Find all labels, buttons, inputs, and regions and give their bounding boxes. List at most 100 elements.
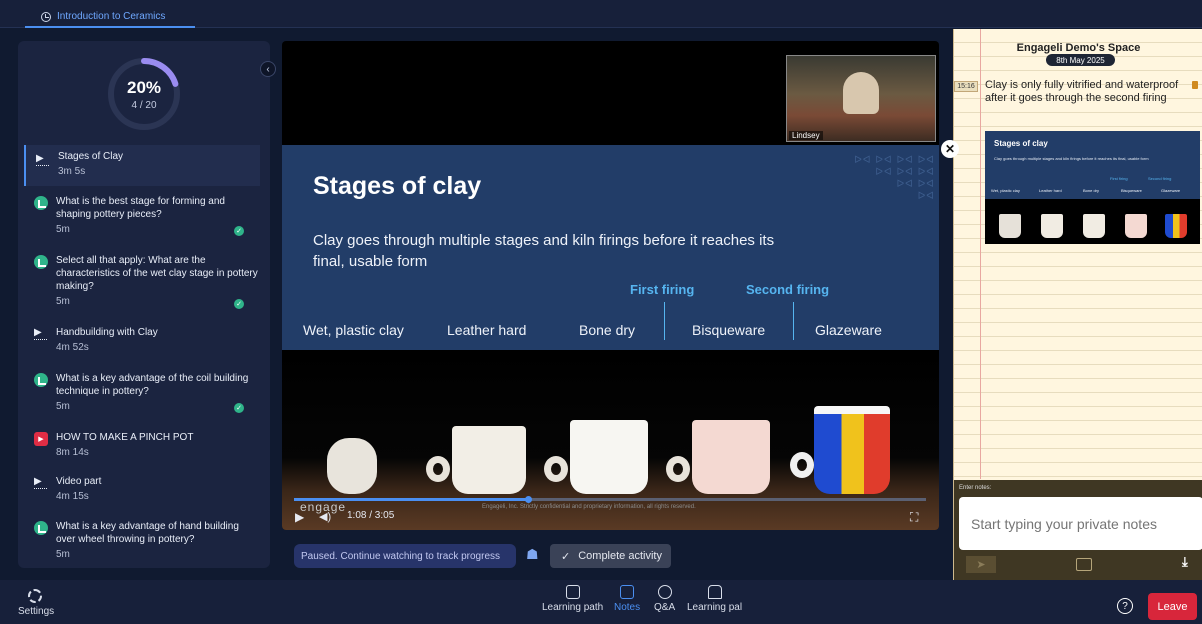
complete-activity-label: Complete activity: [578, 550, 662, 562]
webcam-name: Lindsey: [789, 131, 823, 140]
book-icon: [565, 585, 580, 599]
collapse-sidebar-button[interactable]: ‹: [260, 61, 276, 77]
notes-label: Notes: [614, 602, 641, 613]
learning-pal-button[interactable]: Learning pal: [687, 585, 742, 613]
cup-handle: [544, 456, 568, 482]
leave-button[interactable]: Leave: [1148, 593, 1197, 620]
scrubber-fill: [294, 498, 528, 501]
gear-icon: [28, 589, 42, 603]
notes-icon: [620, 585, 635, 599]
chevron-left-icon: ‹: [266, 63, 270, 75]
item-duration: 4m 15s: [56, 491, 89, 502]
item-title: Select all that apply: What are the char…: [56, 255, 258, 292]
slide-subtitle: Clay goes through multiple stages and ki…: [313, 232, 775, 270]
thumb-cup: [1165, 214, 1187, 238]
item-duration: 5m: [56, 224, 70, 235]
thumb-stage: Wet, plastic clay: [991, 188, 1020, 193]
item-duration: 8m 14s: [56, 447, 89, 458]
poll-icon: [34, 373, 48, 387]
screenshot-camera-icon[interactable]: [1076, 558, 1092, 571]
cup-handle: [426, 456, 450, 482]
poll-icon: [34, 521, 48, 535]
progress-count: 4 / 20: [131, 100, 157, 111]
stage-label: Glazeware: [815, 322, 882, 338]
list-item[interactable]: What is the best stage for forming and s…: [24, 195, 260, 236]
check-icon: ✓: [234, 226, 244, 236]
checkmark-icon: ✓: [561, 550, 571, 563]
item-title: Stages of Clay: [58, 151, 124, 162]
tab-course[interactable]: Introduction to Ceramics: [25, 7, 195, 28]
stage-label: Wet, plastic clay: [303, 322, 404, 338]
item-duration: 4m 52s: [56, 342, 89, 353]
list-item[interactable]: ▶ Video part 4m 15s: [24, 475, 260, 502]
robot-icon: [707, 585, 722, 599]
check-icon: ✓: [234, 403, 244, 413]
slide: Stages of clay ᐅᐊ ᐅᐊ ᐅᐊ ᐅᐊ ᐅᐊ ᐅᐊ ᐅᐊ ᐅᐊ ᐅᐊ ᐅ…: [282, 145, 939, 350]
qa-button[interactable]: Q&A: [654, 585, 675, 613]
close-icon[interactable]: ✕: [941, 140, 959, 158]
thumb-stage: Glazeware: [1161, 188, 1181, 193]
note-screenshot: Stages of clay Clay goes through multipl…: [985, 131, 1200, 244]
learning-path-button[interactable]: Learning path: [542, 585, 603, 613]
play-icon: ▶: [34, 327, 48, 341]
play-icon: ▶: [34, 476, 48, 490]
send-note-button[interactable]: ➤: [966, 556, 996, 573]
video-scrubber[interactable]: [294, 496, 926, 503]
stage-label: Leather hard: [447, 322, 527, 338]
video-controls: engage Engageli, Inc. Strictly confident…: [282, 488, 939, 530]
list-item[interactable]: ▶ Handbuilding with Clay 4m 52s: [24, 326, 260, 353]
webcam-feed: Lindsey: [786, 55, 936, 142]
scrubber-handle[interactable]: [524, 496, 532, 503]
notes-margin-line: [980, 29, 981, 479]
top-tab-bar: Introduction to Ceramics: [0, 0, 1202, 28]
fullscreen-icon[interactable]: ⛶: [910, 510, 918, 525]
play-button[interactable]: ▶: [295, 510, 304, 524]
notes-button[interactable]: Notes: [614, 585, 640, 613]
download-icon[interactable]: ⤓: [1182, 554, 1196, 572]
learning-pal-icon[interactable]: ☗: [526, 546, 542, 564]
thumb-second-firing: Second firing: [1148, 176, 1172, 181]
youtube-icon: ▶: [34, 432, 48, 446]
trash-icon[interactable]: [1192, 81, 1198, 89]
video-player[interactable]: Stages of clay ᐅᐊ ᐅᐊ ᐅᐊ ᐅᐊ ᐅᐊ ᐅᐊ ᐅᐊ ᐅᐊ ᐅᐊ ᐅ…: [282, 41, 939, 530]
item-duration: 5m: [56, 401, 70, 412]
qa-label: Q&A: [654, 602, 676, 613]
learning-path-label: Learning path: [542, 602, 604, 613]
complete-activity-button[interactable]: ✓ Complete activity: [550, 544, 671, 568]
cup-glazeware: [814, 406, 890, 494]
volume-icon[interactable]: ◀): [319, 510, 331, 523]
list-item-stages-of-clay[interactable]: ▶ Stages of Clay 3m 5s: [24, 145, 260, 186]
note-text: Clay is only fully vitrified and waterpr…: [985, 79, 1179, 104]
item-title: What is a key advantage of the coil buil…: [56, 373, 249, 397]
space-title: Engageli Demo's Space: [1016, 42, 1141, 54]
list-item[interactable]: What is a key advantage of the coil buil…: [24, 372, 260, 413]
thumb-cup: [1083, 214, 1105, 238]
notes-panel: Engageli Demo's Space 8th May 2025 15:16…: [953, 29, 1202, 580]
help-button[interactable]: ?: [1117, 598, 1133, 614]
list-item[interactable]: What is a key advantage of hand building…: [24, 520, 260, 560]
poll-icon: [34, 196, 48, 210]
cup-leather-hard: [452, 426, 526, 494]
clock-icon: [41, 11, 51, 22]
status-message: Paused. Continue watching to track progr…: [294, 544, 516, 568]
settings-button[interactable]: Settings: [18, 589, 58, 617]
thumb-stage: Leather hard: [1039, 188, 1062, 193]
notes-editor: Enter notes: ➤ ⤓: [954, 480, 1202, 580]
cup-handle: [666, 456, 690, 482]
notes-input[interactable]: [959, 497, 1202, 550]
settings-label: Settings: [18, 606, 55, 617]
thumb-cup: [999, 214, 1021, 238]
clay-lump: [327, 438, 377, 494]
item-duration: 5m: [56, 296, 70, 307]
stage-label: Bone dry: [579, 322, 636, 338]
slide-decoration: ᐅᐊ ᐅᐊ ᐅᐊ ᐅᐊ ᐅᐊ ᐅᐊ ᐅᐊ ᐅᐊ ᐅᐊ ᐅᐊ: [854, 155, 935, 202]
stage-label: Bisqueware: [692, 322, 766, 338]
cup-bone-dry: [570, 420, 648, 494]
item-duration: 5m: [56, 549, 70, 560]
note-timestamp[interactable]: 15:16: [954, 81, 978, 92]
thumb-stage: Bisqueware: [1121, 188, 1142, 193]
second-firing-arrow: [793, 302, 794, 340]
list-item[interactable]: Select all that apply: What are the char…: [24, 254, 260, 309]
item-title: What is a key advantage of hand building…: [56, 521, 239, 545]
list-item[interactable]: ▶ HOW TO MAKE A PINCH POT 8m 14s: [24, 431, 260, 458]
